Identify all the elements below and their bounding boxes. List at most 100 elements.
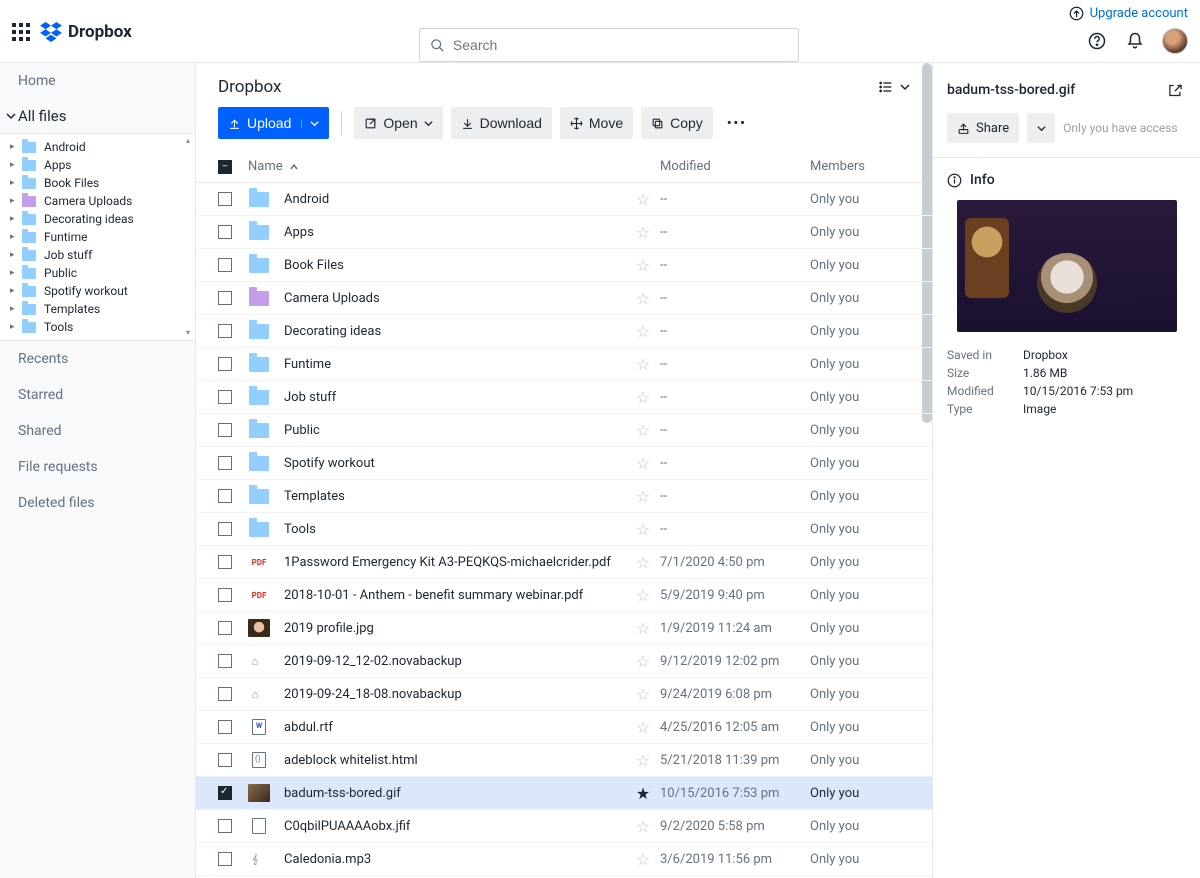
tree-scroll-up[interactable]: ▴ [183,136,193,146]
table-row[interactable]: Decorating ideas☆--Only you [196,315,932,348]
row-checkbox[interactable] [218,291,232,305]
file-name[interactable]: Android [284,192,329,207]
file-name[interactable]: abdul.rtf [284,720,333,735]
row-checkbox[interactable] [218,357,232,371]
table-row[interactable]: 2019-09-12_12-02.novabackup☆9/12/2019 12… [196,645,932,678]
star-icon[interactable]: ☆ [636,553,650,572]
tree-item[interactable]: ▸Funtime [0,228,195,246]
breadcrumb[interactable]: Dropbox [218,77,282,97]
tree-item[interactable]: ▸Apps [0,156,195,174]
file-name[interactable]: C0qbilPUAAAAobx.jfif [284,819,410,834]
row-checkbox[interactable] [218,258,232,272]
nav-all-files[interactable]: All files [0,99,195,133]
star-icon[interactable]: ☆ [636,322,650,341]
row-checkbox[interactable] [218,654,232,668]
file-name[interactable]: Job stuff [284,390,336,405]
preview-thumbnail[interactable] [957,200,1177,332]
star-icon[interactable]: ☆ [636,751,650,770]
nav-file-requests[interactable]: File requests [0,449,195,485]
row-checkbox[interactable] [218,819,232,833]
row-checkbox[interactable] [218,687,232,701]
table-row[interactable]: Spotify workout☆--Only you [196,447,932,480]
account-avatar[interactable] [1162,28,1188,54]
row-checkbox[interactable] [218,522,232,536]
column-header-modified[interactable]: Modified [660,159,810,174]
tree-item[interactable]: ▸Job stuff [0,246,195,264]
row-checkbox[interactable] [218,588,232,602]
row-checkbox[interactable] [218,621,232,635]
row-checkbox[interactable] [218,852,232,866]
open-in-new-icon[interactable] [1164,79,1186,101]
info-header[interactable]: Info [947,172,1186,188]
star-icon[interactable]: ☆ [636,454,650,473]
star-icon[interactable]: ☆ [636,256,650,275]
table-row[interactable]: PDF1Password Emergency Kit A3-PEQKQS-mic… [196,546,932,579]
table-row[interactable]: 2019-09-24_18-08.novabackup☆9/24/2019 6:… [196,678,932,711]
star-icon[interactable]: ☆ [636,190,650,209]
row-checkbox[interactable] [218,555,232,569]
column-header-name[interactable]: Name [244,159,626,174]
table-row[interactable]: Caledonia.mp3☆3/6/2019 11:56 pmOnly you [196,843,932,876]
share-dropdown[interactable] [1027,113,1055,143]
table-row[interactable]: badum-tss-bored.gif★10/15/2016 7:53 pmOn… [196,777,932,810]
table-row[interactable]: Funtime☆--Only you [196,348,932,381]
file-name[interactable]: 2018-10-01 - Anthem - benefit summary we… [284,588,583,603]
row-checkbox[interactable] [218,324,232,338]
file-name[interactable]: 2019-09-24_18-08.novabackup [284,687,462,702]
select-all-checkbox[interactable]: – [218,160,232,174]
star-icon[interactable]: ☆ [636,520,650,539]
star-icon[interactable]: ☆ [636,289,650,308]
star-icon[interactable]: ☆ [636,817,650,836]
download-button[interactable]: Download [451,107,552,139]
tree-item[interactable]: ▸Camera Uploads [0,192,195,210]
brand-logo[interactable]: Dropbox [40,22,132,42]
table-row[interactable]: Book Files☆--Only you [196,249,932,282]
table-row[interactable]: Camera Uploads☆--Only you [196,282,932,315]
move-button[interactable]: Move [560,107,633,139]
tree-item[interactable]: ▸Book Files [0,174,195,192]
table-row[interactable]: adeblock whitelist.html☆5/21/2018 11:39 … [196,744,932,777]
file-name[interactable]: 2019-09-12_12-02.novabackup [284,654,462,669]
file-name[interactable]: Tools [284,522,316,537]
star-icon[interactable]: ☆ [636,223,650,242]
row-checkbox[interactable] [218,456,232,470]
tree-item[interactable]: ▸Android [0,138,195,156]
more-actions-button[interactable]: ••• [721,116,753,131]
file-name[interactable]: Public [284,423,320,438]
file-name[interactable]: Caledonia.mp3 [284,852,371,867]
row-checkbox[interactable] [218,423,232,437]
tree-item[interactable]: ▸Tools [0,318,195,336]
tree-item[interactable]: ▸Spotify workout [0,282,195,300]
help-icon[interactable] [1086,30,1108,52]
row-checkbox[interactable] [218,192,232,206]
share-button[interactable]: Share [947,113,1019,143]
star-icon[interactable]: ☆ [636,619,650,638]
star-icon[interactable]: ☆ [636,685,650,704]
star-icon[interactable]: ☆ [636,850,650,869]
row-checkbox[interactable] [218,720,232,734]
file-name[interactable]: Templates [284,489,345,504]
column-header-members[interactable]: Members [810,159,910,174]
file-name[interactable]: Decorating ideas [284,324,381,339]
table-row[interactable]: C0qbilPUAAAAobx.jfif☆9/2/2020 5:58 pmOnl… [196,810,932,843]
star-icon[interactable]: ☆ [636,652,650,671]
row-checkbox[interactable] [218,753,232,767]
table-row[interactable]: PDF2018-10-01 - Anthem - benefit summary… [196,579,932,612]
table-row[interactable]: Public☆--Only you [196,414,932,447]
view-toggle[interactable] [878,79,910,95]
table-row[interactable]: 2019 profile.jpg☆1/9/2019 11:24 amOnly y… [196,612,932,645]
app-launcher-icon[interactable] [12,23,30,41]
nav-starred[interactable]: Starred [0,377,195,413]
row-checkbox[interactable] [218,225,232,239]
file-name[interactable]: 1Password Emergency Kit A3-PEQKQS-michae… [284,555,611,570]
table-row[interactable]: Job stuff☆--Only you [196,381,932,414]
table-row[interactable]: abdul.rtf☆4/25/2016 12:05 amOnly you [196,711,932,744]
file-name[interactable]: adeblock whitelist.html [284,753,418,768]
star-icon[interactable]: ☆ [636,421,650,440]
tree-item[interactable]: ▸Templates [0,300,195,318]
file-name[interactable]: Spotify workout [284,456,375,471]
file-name[interactable]: badum-tss-bored.gif [284,786,401,801]
open-button[interactable]: Open [354,107,442,139]
star-icon[interactable]: ☆ [636,487,650,506]
file-name[interactable]: Camera Uploads [284,291,380,306]
